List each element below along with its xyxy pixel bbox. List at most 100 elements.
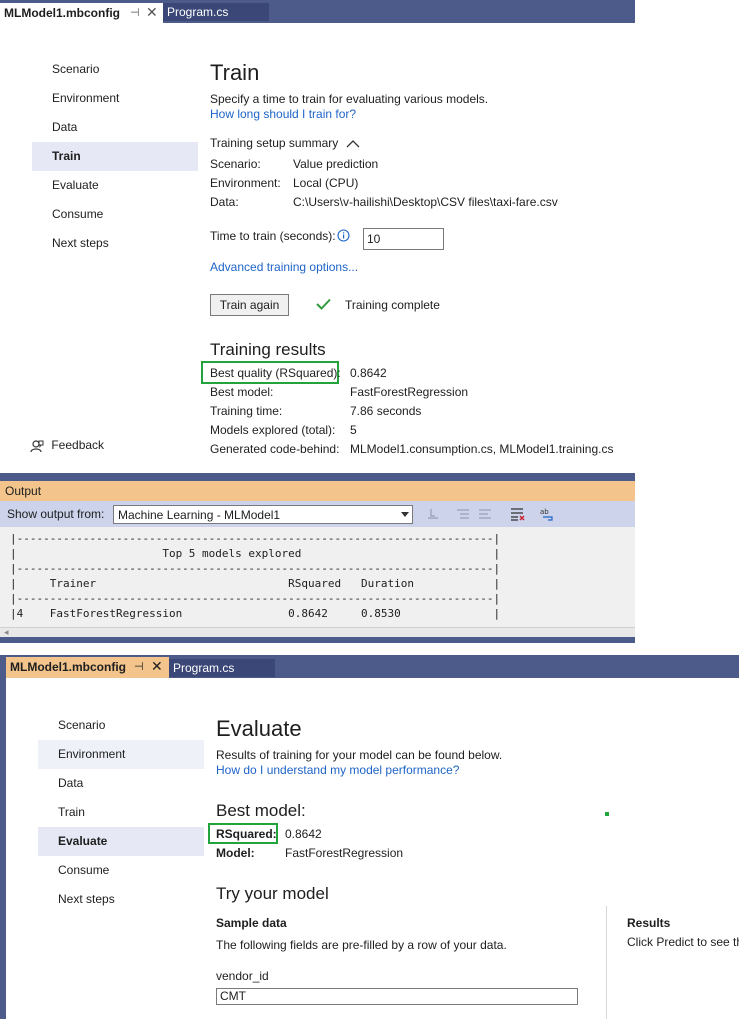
rsquared-label: RSquared: [216,827,277,841]
training-status: Training complete [345,298,440,312]
help-link[interactable]: How long should I train for? [210,107,356,121]
result-value-code-behind: MLModel1.consumption.cs, MLModel1.traini… [350,442,614,456]
page-title: Evaluate [216,716,302,741]
horizontal-scrollbar[interactable]: ◂ [0,627,635,637]
nav-item-evaluate[interactable]: Evaluate [32,171,198,200]
panel-divider [606,906,607,1019]
info-icon[interactable] [337,229,350,242]
output-title-bar: Output [0,481,635,501]
pin-icon[interactable]: ⊣ [134,660,144,673]
pin-icon[interactable]: ⊣ [130,6,140,19]
tab-label: Program.cs [173,661,235,675]
tab-program-bottom[interactable]: Program.cs [169,659,275,677]
results-description: Click Predict to see th [627,935,739,949]
feedback-link[interactable]: Feedback [30,438,104,453]
console-line: |---------------------------------------… [10,592,501,605]
output-source-select[interactable]: Machine Learning - MLModel1 [113,505,413,524]
console-line: | Trainer RSquared Duration | [10,577,501,590]
vendor-id-label: vendor_id [216,969,269,983]
nav-item-data[interactable]: Data [38,769,204,798]
summary-label-environment: Environment: [210,176,281,190]
page-title: Train [210,60,260,85]
nav-item-environment[interactable]: Environment [32,84,198,113]
nav-item-data[interactable]: Data [32,113,198,142]
result-label-training-time: Training time: [210,404,283,418]
result-label-best-model: Best model: [210,385,274,399]
nav-item-train[interactable]: Train [38,798,204,827]
tab-label: MLModel1.mbconfig [4,6,120,20]
output-source-value: Machine Learning - MLModel1 [118,508,281,522]
console-line: |---------------------------------------… [10,532,501,545]
chevron-up-icon [346,139,360,148]
nav-item-consume[interactable]: Consume [38,856,204,885]
sample-data-description: The following fields are pre-filled by a… [216,938,507,952]
rsquared-value: 0.8642 [285,827,322,841]
find-message-icon[interactable] [425,506,441,522]
summary-value-data: C:\Users\v-hailishi\Desktop\CSV files\ta… [293,195,558,209]
feedback-icon [30,440,44,453]
output-console[interactable]: |---------------------------------------… [0,527,635,627]
summary-value-scenario: Value prediction [293,157,379,171]
summary-label: Training setup summary [210,136,339,150]
result-label-models-explored: Models explored (total): [210,423,336,437]
next-message-icon[interactable] [477,506,493,522]
nav-item-train[interactable]: Train [32,142,198,171]
best-model-title: Best model: [216,801,306,820]
result-value-best-quality: 0.8642 [350,366,387,380]
output-title: Output [5,484,42,498]
summary-label-scenario: Scenario: [210,157,261,171]
console-line: |4 FastForestRegression 0.8642 0.8530 | [10,607,501,620]
training-results-title: Training results [210,340,326,359]
page-description: Results of training for your model can b… [216,748,503,762]
try-model-title: Try your model [216,884,329,903]
tab-mbconfig-bottom[interactable]: MLModel1.mbconfig ⊣ ✕ [6,657,169,678]
word-wrap-icon[interactable]: ab [539,506,555,522]
feedback-label: Feedback [51,438,105,452]
result-label-code-behind: Generated code-behind: [210,442,340,456]
result-value-training-time: 7.86 seconds [350,404,422,418]
tab-mbconfig-top[interactable]: MLModel1.mbconfig ⊣ ✕ [0,1,163,23]
console-line: | Top 5 models explored | [10,547,501,560]
result-value-models-explored: 5 [350,423,357,437]
vendor-id-input[interactable]: CMT [216,988,578,1005]
time-to-train-label: Time to train (seconds): [210,229,336,243]
previous-message-icon[interactable] [455,506,471,522]
nav-item-scenario[interactable]: Scenario [32,55,198,84]
tab-label: Program.cs [167,5,229,19]
train-again-button[interactable]: Train again [210,294,289,316]
output-toolbar: Show output from: Machine Learning - MLM… [0,501,635,527]
tab-program-top[interactable]: Program.cs [163,3,269,21]
page-description: Specify a time to train for evaluating v… [210,92,489,106]
svg-text:ab: ab [540,508,549,516]
close-icon[interactable]: ✕ [146,4,158,21]
summary-value-environment: Local (CPU) [293,176,359,190]
nav-item-next-steps[interactable]: Next steps [38,885,204,914]
summary-toggle[interactable]: Training setup summary [210,136,360,150]
nav-item-scenario[interactable]: Scenario [38,711,204,740]
sample-data-title: Sample data [216,916,287,930]
time-to-train-input[interactable]: 10 [363,228,444,250]
result-value-best-model: FastForestRegression [350,385,469,399]
clear-all-icon[interactable] [509,506,525,522]
output-bottom-strip [0,637,635,643]
result-label-best-quality: Best quality (RSquared): [210,366,341,380]
nav-item-next-steps[interactable]: Next steps [32,229,198,258]
model-label: Model: [216,846,255,860]
chevron-down-icon [401,512,409,517]
help-link[interactable]: How do I understand my model performance… [216,763,459,777]
output-divider [0,473,635,481]
check-icon [316,298,331,310]
close-icon[interactable]: ✕ [151,658,163,675]
next-field-label-partial [216,1013,256,1019]
summary-label-data: Data: [210,195,239,209]
model-value: FastForestRegression [285,846,404,860]
results-title: Results [627,916,671,930]
advanced-options-link[interactable]: Advanced training options... [210,260,358,274]
nav-item-consume[interactable]: Consume [32,200,198,229]
nav-item-environment[interactable]: Environment [38,740,204,769]
status-dot [605,812,609,816]
show-output-label: Show output from: [7,507,105,521]
console-line: |---------------------------------------… [10,562,501,575]
nav-item-evaluate[interactable]: Evaluate [38,827,204,856]
tab-label: MLModel1.mbconfig [10,660,126,674]
